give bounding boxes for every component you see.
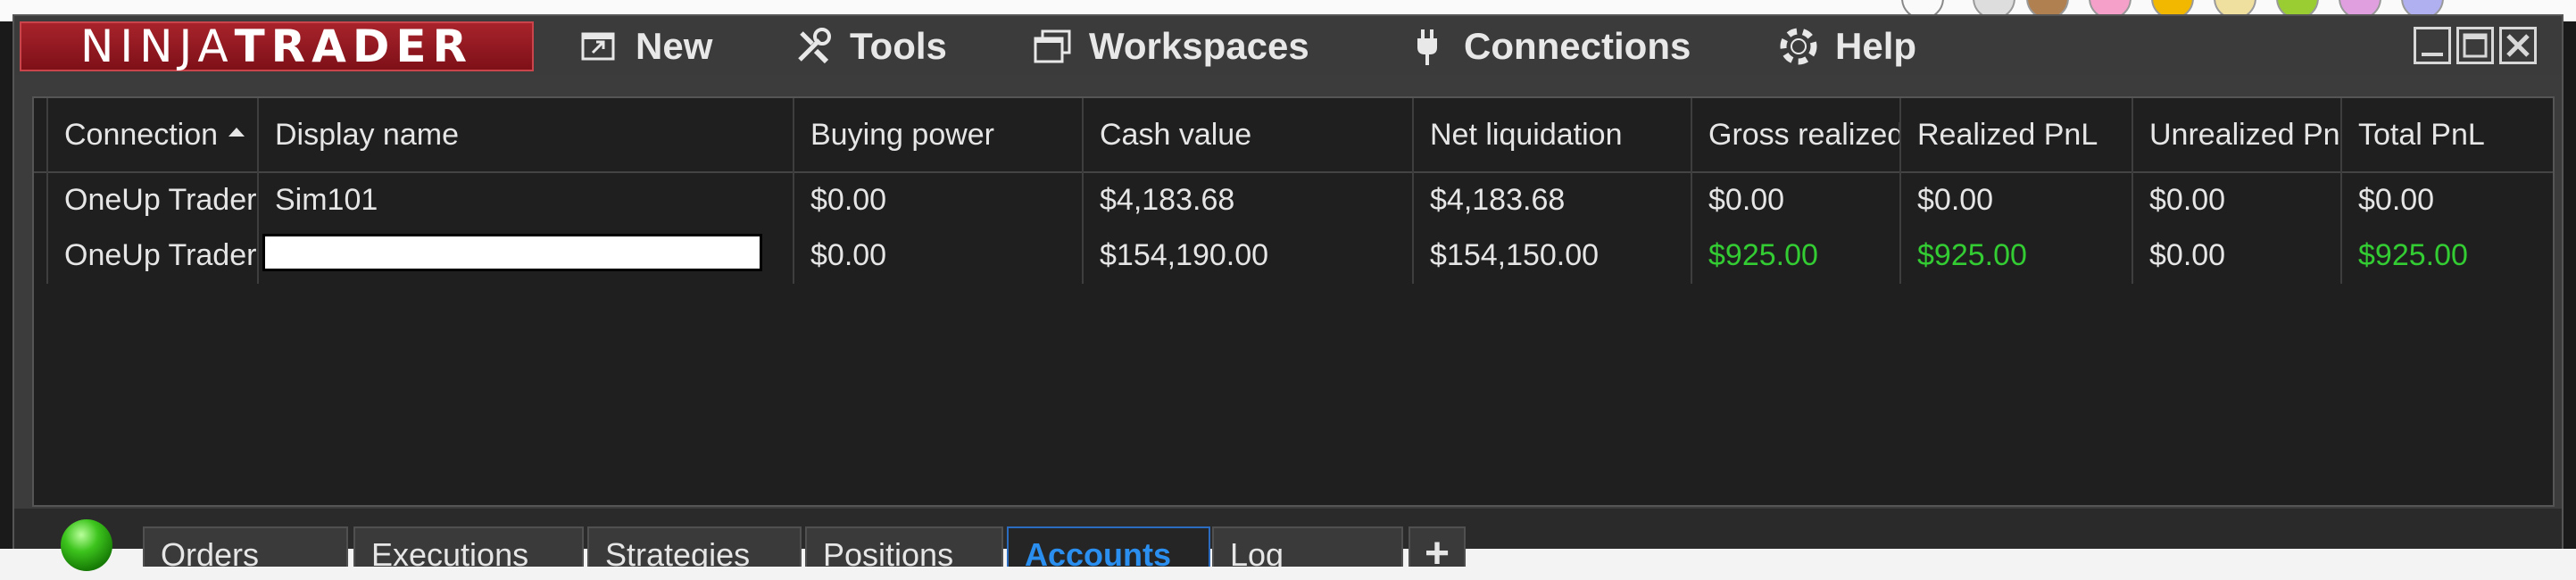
tab-positions[interactable]: Positions (805, 526, 1003, 567)
close-button[interactable] (2499, 27, 2537, 64)
cell-realized-pnl: $925.00 (1899, 227, 2131, 284)
title-bar[interactable]: NINJATRADER New Tools Workspaces Connect… (14, 16, 2562, 75)
cell-connection: OneUp Trader (46, 171, 257, 228)
table-row[interactable]: OneUp Trader Sim101 $0.00 $4,183.68 $4,1… (34, 171, 2553, 228)
cell-gross-realized: $0.00 (1691, 171, 1899, 228)
header-net-liquidation[interactable]: Net liquidation (1412, 98, 1691, 171)
menu-help-label: Help (1835, 25, 1917, 67)
menu-connections[interactable]: Connections (1407, 23, 1691, 70)
header-total-pnl[interactable]: Total PnL (2340, 98, 2553, 171)
header-label: Unrealized PnL (2149, 118, 2340, 152)
header-connection[interactable]: Connection (46, 98, 257, 171)
tab-strategies[interactable]: Strategies (587, 526, 802, 567)
cell-total-pnl: $925.00 (2340, 227, 2553, 284)
ninjatrader-logo: NINJATRADER (20, 21, 534, 72)
menu-tools[interactable]: Tools (793, 23, 947, 70)
menu-connections-label: Connections (1464, 25, 1691, 67)
menu-workspaces[interactable]: Workspaces (1032, 23, 1309, 70)
header-unrealized-pnl[interactable]: Unrealized PnL (2131, 98, 2340, 171)
header-buying-power[interactable]: Buying power (793, 98, 1082, 171)
cell-unrealized-pnl: $0.00 (2131, 227, 2340, 284)
help-lifebuoy-icon (1780, 28, 1817, 65)
header-label: Buying power (810, 118, 995, 152)
cell-connection: OneUp Trader (46, 227, 257, 284)
table-row[interactable]: OneUp Trader $0.00 $154,190.00 $154,150.… (34, 227, 2553, 284)
header-label: Cash value (1100, 118, 1252, 152)
background-edge (2564, 21, 2576, 549)
sort-ascending-icon (229, 128, 245, 137)
minimize-icon (2422, 53, 2443, 56)
workspaces-icon (1034, 29, 1071, 63)
minimize-button[interactable] (2414, 27, 2451, 64)
cell-cash-value: $154,190.00 (1082, 227, 1412, 284)
tools-icon (798, 28, 831, 64)
cell-cash-value: $4,183.68 (1082, 171, 1412, 228)
header-gross-realized[interactable]: Gross realized (1691, 98, 1899, 171)
new-window-icon (581, 32, 615, 61)
cell-total-pnl: $0.00 (2340, 171, 2553, 228)
header-display-name[interactable]: Display name (257, 98, 793, 171)
cell-gross-realized: $925.00 (1691, 227, 1899, 284)
cell-realized-pnl: $0.00 (1899, 171, 2131, 228)
accounts-window: NINJATRADER New Tools Workspaces Connect… (12, 14, 2564, 577)
tab-log[interactable]: Log (1212, 526, 1403, 567)
tab-accounts[interactable]: Accounts (1007, 526, 1210, 567)
cell-buying-power: $0.00 (793, 227, 1082, 284)
cell-buying-power: $0.00 (793, 171, 1082, 228)
redaction-box (262, 234, 762, 271)
tab-bar: Orders Executions Strategies Positions A… (14, 509, 2562, 577)
header-label: Connection (64, 118, 219, 152)
header-label: Realized PnL (1917, 118, 2098, 152)
menu-tools-label: Tools (850, 25, 947, 67)
menu-new[interactable]: New (578, 23, 712, 70)
maximize-icon (2463, 33, 2488, 58)
cell-display-name (257, 227, 793, 284)
header-label: Gross realized (1708, 118, 1899, 152)
connection-status-icon (61, 519, 112, 571)
cell-net-liquidation: $4,183.68 (1412, 171, 1691, 228)
menu-workspaces-label: Workspaces (1089, 25, 1309, 67)
menu-help[interactable]: Help (1778, 23, 1916, 70)
plug-icon (1417, 29, 1437, 65)
tab-orders[interactable]: Orders (143, 526, 348, 567)
accounts-grid[interactable]: Connection Display name Buying power Cas… (32, 96, 2555, 507)
maximize-button[interactable] (2456, 27, 2494, 64)
logo-text: NINJATRADER (79, 21, 474, 72)
grid-header: Connection Display name Buying power Cas… (34, 98, 2553, 173)
header-realized-pnl[interactable]: Realized PnL (1899, 98, 2131, 171)
background-edge (0, 21, 12, 549)
cell-unrealized-pnl: $0.00 (2131, 171, 2340, 228)
tab-executions[interactable]: Executions (353, 526, 584, 567)
add-tab-button[interactable]: + (1408, 526, 1466, 577)
header-cash-value[interactable]: Cash value (1082, 98, 1412, 171)
cell-display-name: Sim101 (257, 171, 793, 228)
cell-net-liquidation: $154,150.00 (1412, 227, 1691, 284)
header-label: Net liquidation (1430, 118, 1623, 152)
header-label: Display name (275, 118, 459, 152)
menu-new-label: New (636, 25, 713, 67)
header-label: Total PnL (2358, 118, 2485, 152)
close-icon (2506, 34, 2530, 57)
